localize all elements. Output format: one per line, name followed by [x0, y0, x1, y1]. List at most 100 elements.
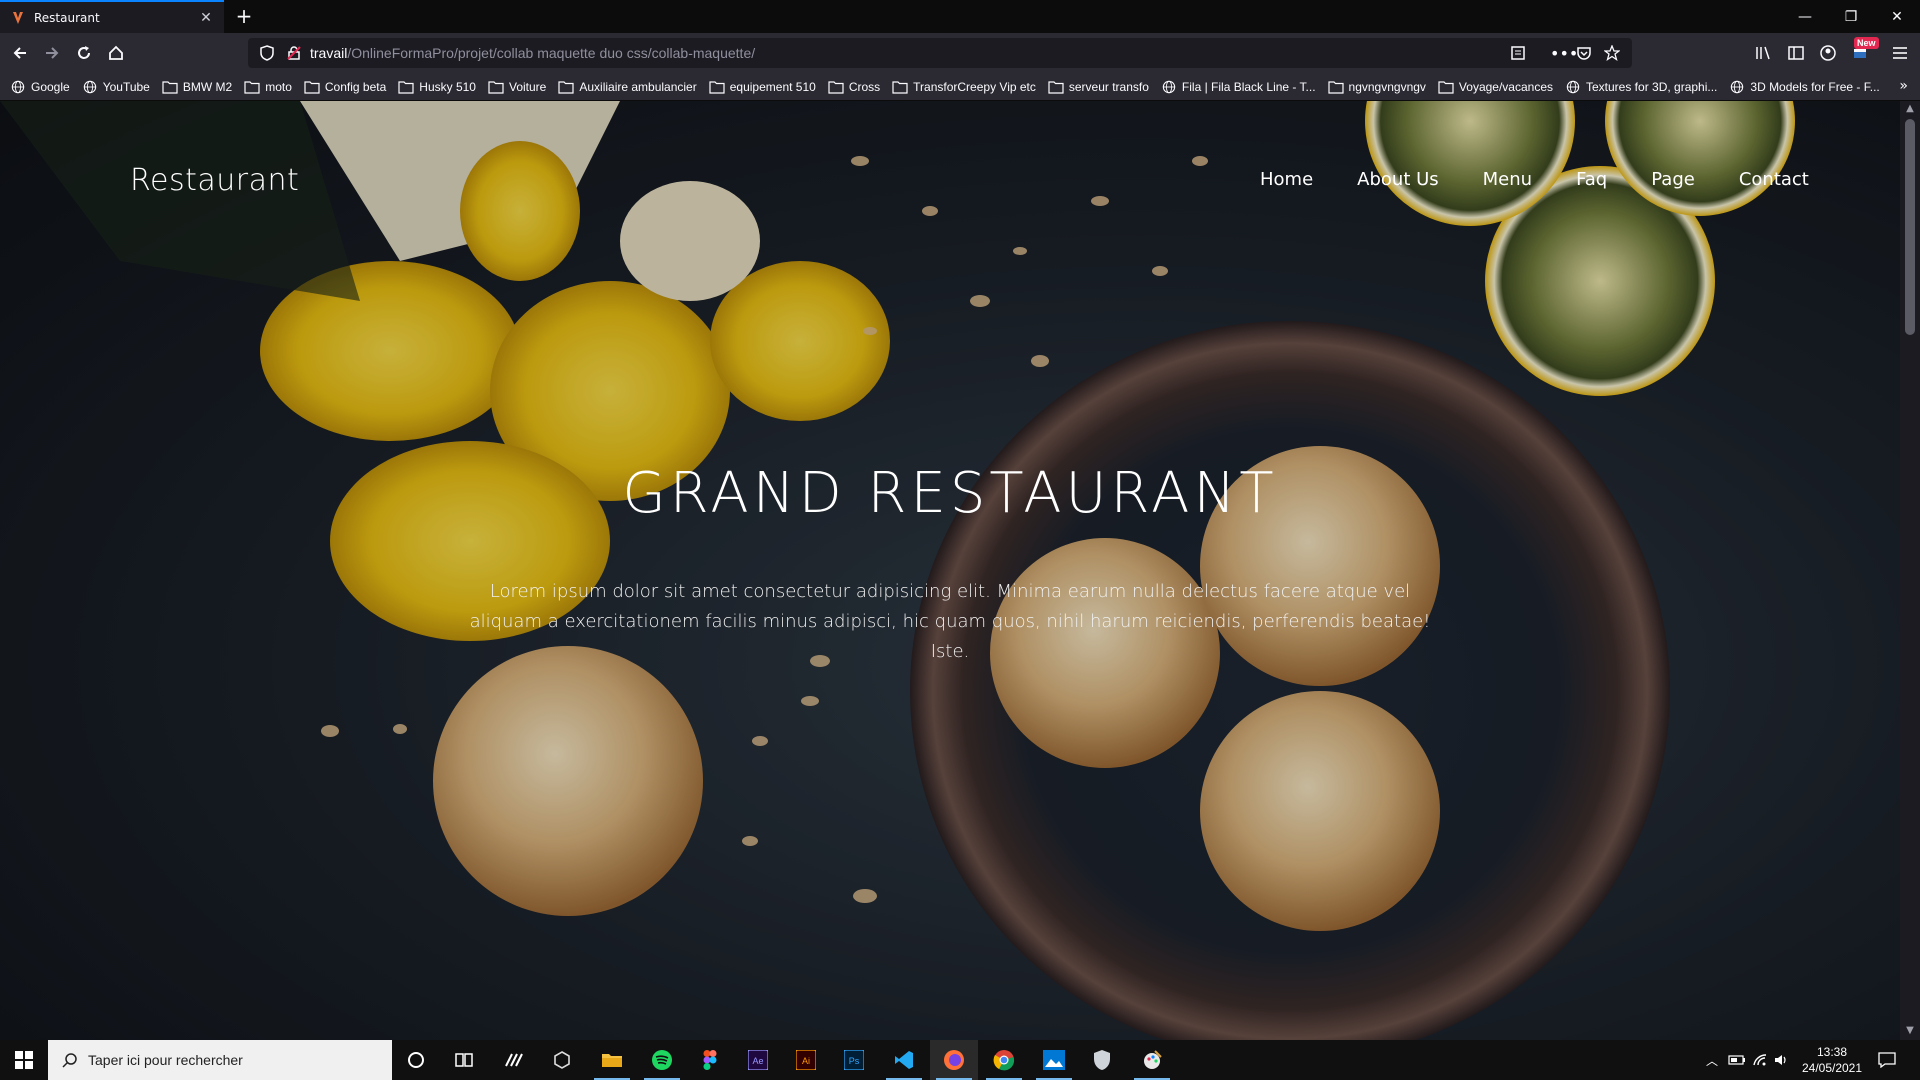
- page-viewport: Restaurant Home About Us Menu Faq Page C…: [0, 101, 1920, 1040]
- bookmark-item[interactable]: Textures for 3D, graphi...: [1565, 80, 1717, 94]
- bookmark-item[interactable]: equipement 510: [709, 80, 816, 94]
- tab-title: Restaurant: [34, 10, 100, 25]
- bookmark-item[interactable]: 3D Models for Free - F...: [1729, 79, 1880, 94]
- after-effects-icon[interactable]: Ae: [734, 1040, 782, 1080]
- back-button[interactable]: [6, 39, 34, 67]
- bookmark-item[interactable]: BMW M2: [162, 80, 232, 94]
- security-app-icon[interactable]: [1078, 1040, 1126, 1080]
- spotify-icon[interactable]: [638, 1040, 686, 1080]
- bookmark-label: Voyage/vacances: [1458, 79, 1553, 94]
- forward-button[interactable]: [38, 39, 66, 67]
- nav-menu[interactable]: Menu: [1483, 169, 1532, 190]
- notifications-icon[interactable]: [1878, 1040, 1896, 1080]
- bookmark-label: Cross: [848, 79, 881, 94]
- globe-icon: [1729, 80, 1750, 94]
- figma-icon[interactable]: [686, 1040, 734, 1080]
- paint-app-icon[interactable]: [1128, 1040, 1176, 1080]
- bookmark-label: BMW M2: [182, 79, 233, 94]
- nav-contact[interactable]: Contact: [1739, 169, 1809, 190]
- folder-icon: [1048, 80, 1069, 94]
- bookmark-item[interactable]: Config beta: [304, 80, 386, 94]
- task-view-icon[interactable]: [440, 1040, 488, 1080]
- bookmark-label: YouTube: [102, 79, 150, 94]
- bookmark-label: ngvngvngvngv: [1348, 79, 1426, 94]
- bookmark-item[interactable]: Voyage/vacances: [1438, 80, 1553, 94]
- firefox-icon[interactable]: [930, 1040, 978, 1080]
- bookmarks-toolbar: Google YouTube BMW M2 moto Config beta Husky …: [0, 73, 1920, 101]
- scroll-up-icon[interactable]: ▲: [1904, 103, 1916, 115]
- reload-icon: [78, 46, 90, 59]
- close-window-button[interactable]: ✕: [1874, 0, 1920, 33]
- nav-about-us[interactable]: About Us: [1357, 169, 1439, 190]
- bookmark-item[interactable]: Google: [10, 80, 70, 94]
- shield-icon[interactable]: [260, 45, 274, 61]
- unity-icon[interactable]: [538, 1040, 586, 1080]
- wifi-icon[interactable]: [1752, 1040, 1768, 1080]
- file-explorer-icon[interactable]: [588, 1040, 636, 1080]
- illustrator-icon[interactable]: Ai: [782, 1040, 830, 1080]
- bookmark-item[interactable]: Husky 510: [398, 80, 476, 94]
- bookmark-item[interactable]: Fila | Fila Black Line - T...: [1161, 80, 1316, 94]
- bookmark-label: 3D Models for Free - F...: [1750, 79, 1880, 94]
- insecure-lock-icon[interactable]: [286, 45, 302, 61]
- home-button[interactable]: [102, 39, 130, 67]
- bookmark-item[interactable]: Auxiliaire ambulancier: [558, 80, 697, 94]
- bookmark-item[interactable]: Voiture: [488, 80, 546, 94]
- taskbar-search[interactable]: Taper ici pour rechercher: [48, 1040, 392, 1080]
- vscode-icon[interactable]: [880, 1040, 928, 1080]
- forward-arrow-icon: [46, 47, 59, 59]
- tab-strip: Restaurant ✕ + — ❐ ✕: [0, 0, 1920, 33]
- reader-view-icon[interactable]: [1510, 44, 1526, 62]
- home-icon: [109, 45, 123, 60]
- page-actions-icon[interactable]: •••: [1550, 44, 1578, 63]
- cortana-icon[interactable]: [392, 1040, 440, 1080]
- address-bar[interactable]: travail/OnlineFormaPro/projet/collab maq…: [248, 38, 1632, 68]
- page-scrollbar[interactable]: ▲ ▼: [1900, 101, 1920, 1040]
- start-button[interactable]: [0, 1040, 48, 1080]
- site-logo[interactable]: Restaurant: [130, 163, 299, 198]
- bookmark-label: Voiture: [508, 79, 547, 94]
- chrome-icon[interactable]: [980, 1040, 1028, 1080]
- tray-overflow-icon[interactable]: ︿: [1706, 1040, 1718, 1080]
- account-button[interactable]: [1814, 39, 1842, 67]
- sidebar-button[interactable]: [1782, 39, 1810, 67]
- bookmark-item[interactable]: Cross: [828, 80, 880, 94]
- tab-close-icon[interactable]: ✕: [198, 10, 214, 26]
- restore-button[interactable]: ❐: [1828, 0, 1874, 33]
- scroll-thumb[interactable]: [1905, 119, 1915, 335]
- battery-icon[interactable]: [1728, 1040, 1746, 1080]
- hero-description: Lorem ipsum dolor sit amet consectetur a…: [469, 581, 1431, 662]
- url-text[interactable]: travail/OnlineFormaPro/projet/collab maq…: [310, 45, 755, 61]
- library-button[interactable]: [1750, 39, 1778, 67]
- new-tab-button[interactable]: +: [232, 5, 256, 29]
- folder-icon: [304, 80, 325, 94]
- volume-icon[interactable]: [1774, 1040, 1790, 1080]
- folder-icon: [244, 80, 265, 94]
- nav-faq[interactable]: Faq: [1576, 169, 1607, 190]
- menu-button[interactable]: [1886, 39, 1914, 67]
- pocket-icon[interactable]: [1576, 44, 1592, 62]
- library-icon: [1756, 46, 1770, 60]
- bookmarks-overflow-icon[interactable]: »: [1899, 78, 1908, 94]
- photoshop-icon[interactable]: Ps: [830, 1040, 878, 1080]
- bookmark-item[interactable]: ngvngvngvngv: [1327, 79, 1426, 94]
- nav-page[interactable]: Page: [1651, 169, 1695, 190]
- windows-taskbar: Taper ici pour rechercher Ae Ai Ps ︿ 13:…: [0, 1040, 1920, 1080]
- bookmark-item[interactable]: moto: [244, 80, 292, 94]
- bookmark-item[interactable]: YouTube: [82, 80, 150, 94]
- app-slash-icon[interactable]: [490, 1040, 538, 1080]
- hamburger-icon: [1893, 47, 1907, 59]
- minimize-button[interactable]: —: [1782, 0, 1828, 33]
- reload-button[interactable]: [70, 39, 98, 67]
- tab-restaurant[interactable]: Restaurant ✕: [0, 0, 224, 33]
- bookmark-item[interactable]: serveur transfo: [1048, 80, 1149, 94]
- url-host: travail: [310, 45, 348, 61]
- bookmark-star-icon[interactable]: [1604, 44, 1620, 62]
- navigation-toolbar: travail/OnlineFormaPro/projet/collab maq…: [0, 33, 1920, 73]
- scroll-down-icon[interactable]: ▼: [1904, 1025, 1916, 1037]
- bookmark-item[interactable]: TransforCreepy Vip etc: [892, 80, 1036, 94]
- nav-home[interactable]: Home: [1260, 169, 1313, 190]
- taskbar-clock[interactable]: 13:38 24/05/2021: [1792, 1044, 1872, 1076]
- photos-icon[interactable]: [1030, 1040, 1078, 1080]
- svg-text:Ps: Ps: [849, 1056, 860, 1066]
